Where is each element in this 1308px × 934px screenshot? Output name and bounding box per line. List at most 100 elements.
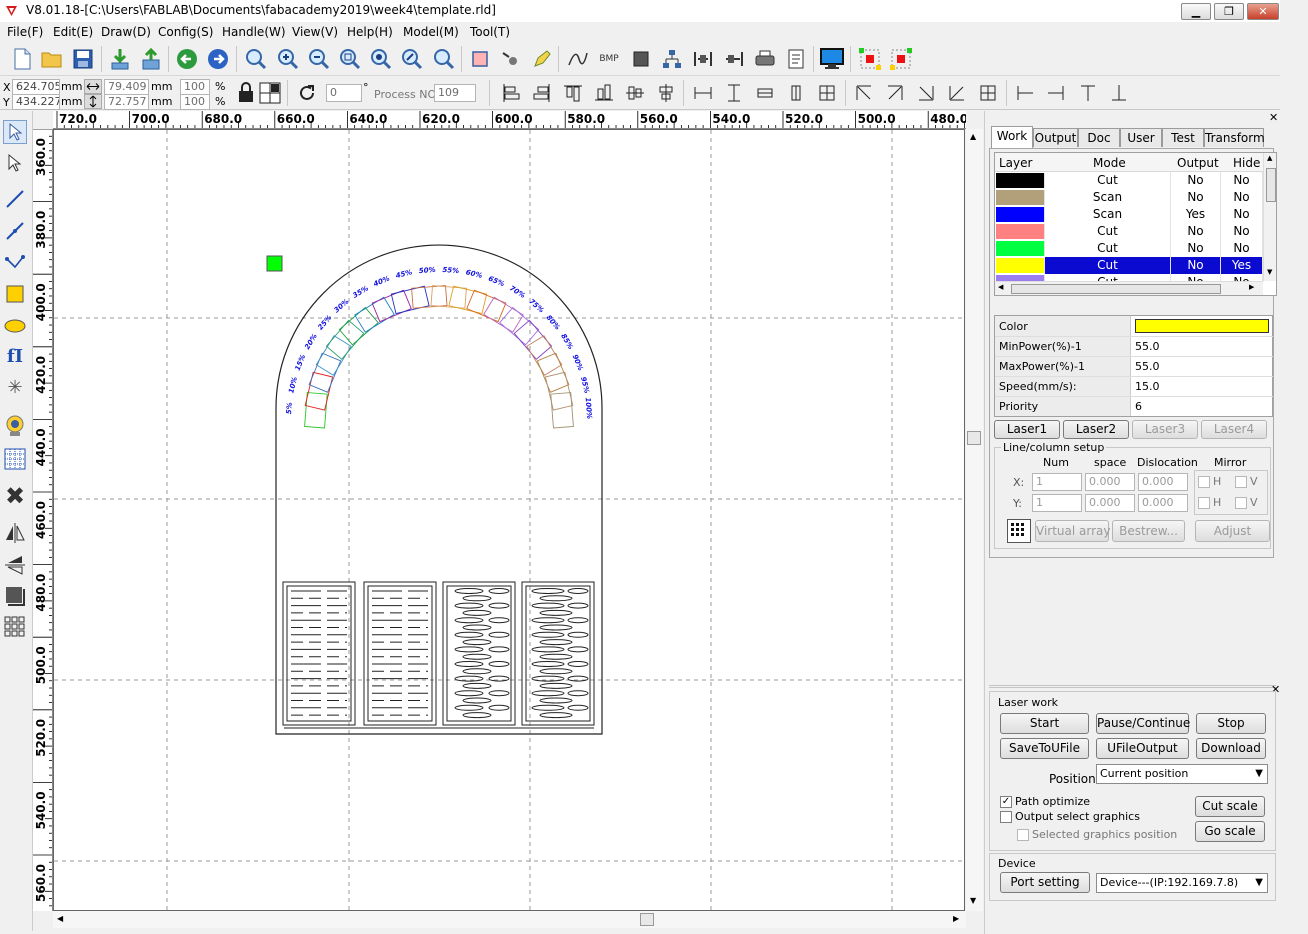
layer-table-vscroll[interactable]: ▲ ▼ [1263,153,1276,281]
prop-value[interactable]: 55.0 [1135,340,1160,353]
tab-test[interactable]: Test [1162,128,1204,147]
same-width-icon[interactable] [691,81,715,105]
print-icon[interactable] [753,47,777,71]
height-field[interactable]: 72.757 [104,94,149,110]
move-bottom-left-icon[interactable] [945,81,969,105]
layer-color-swatch[interactable] [996,224,1045,239]
array-y-num-field[interactable]: 1 [1032,494,1082,512]
minimize-button[interactable]: ▁ [1181,3,1211,20]
layer-table-hscroll[interactable]: ◀ ▶ [995,281,1263,295]
rotate-icon[interactable] [295,81,319,105]
array-grid-icon[interactable] [1007,519,1031,543]
same-size-v-icon[interactable] [784,81,808,105]
menu-draw[interactable]: Draw(D) [101,25,151,39]
y-position-field[interactable]: 434.227 [12,94,60,110]
laser2-button[interactable]: Laser2 [1063,420,1129,439]
tree-structure-icon[interactable] [660,47,684,71]
position-anchor-icon[interactable] [258,81,282,105]
layer-output-cell[interactable]: No [1171,240,1221,257]
menu-edit[interactable]: Edit(E) [53,25,93,39]
output-select-checkbox[interactable] [1000,811,1012,823]
curve-smooth-icon[interactable] [566,47,590,71]
mirror-x-v-checkbox[interactable] [1235,476,1247,488]
ufile-output-button[interactable]: UFileOutput [1096,738,1189,759]
test-panel[interactable] [282,581,356,726]
layer-hide-cell[interactable]: Yes [1221,257,1263,274]
array-y-space-field[interactable]: 0.000 [1085,494,1135,512]
layer-row[interactable]: Scan No No [995,189,1263,206]
document-list-icon[interactable] [784,47,808,71]
panel-close-icon[interactable]: ✕ [1269,111,1278,124]
horizontal-scrollbar[interactable]: ◀ ▶ [53,911,966,928]
close-button[interactable]: ✕ [1247,3,1279,20]
layer-row[interactable]: Scan Yes No [995,206,1263,223]
zoom-page-icon[interactable] [338,47,362,71]
test-swatch[interactable] [315,335,352,376]
menu-tool[interactable]: Tool(T) [470,25,510,39]
zoom-real-icon[interactable] [432,47,456,71]
move-bottom-right-icon[interactable] [914,81,938,105]
point-tool-icon[interactable]: ✳ [3,375,27,399]
prop-value[interactable]: 6 [1135,400,1142,413]
grid-array-icon[interactable] [3,447,27,471]
mirror-h-icon[interactable] [3,521,27,545]
vertical-scroll-thumb[interactable] [967,431,981,445]
layer-hide-cell[interactable]: No [1221,240,1263,257]
select-frame-icon[interactable] [468,47,492,71]
prop-value[interactable]: 15.0 [1135,380,1160,393]
menu-handle[interactable]: Handle(W) [222,25,286,39]
node-edit-icon[interactable] [499,47,523,71]
path-optimize-checkbox[interactable]: ✓ [1000,796,1012,808]
port-setting-button[interactable]: Port setting [1000,872,1090,893]
delete-x-icon[interactable]: ✖ [3,482,27,510]
angle-field[interactable]: 0 [326,84,362,102]
undo-icon[interactable] [175,47,199,71]
layer-color-swatch[interactable] [996,173,1045,188]
bestrew-button[interactable]: Bestrew... [1112,520,1185,542]
polyline-tool-icon[interactable] [3,219,27,243]
menu-model[interactable]: Model(M) [403,25,459,39]
layer-scroll-thumb[interactable] [1266,168,1276,202]
scroll-down-arrow-icon[interactable]: ▼ [970,896,976,905]
monitor-icon[interactable] [820,47,844,71]
test-swatch[interactable] [308,352,342,393]
device-dropdown[interactable]: Device---(IP:192.169.7.8) ▼ [1096,873,1268,893]
laser-frame-icon[interactable] [889,47,913,71]
layer-hide-cell[interactable]: No [1221,172,1263,189]
array-copy-icon[interactable] [3,615,27,639]
zoom-data-icon[interactable] [369,47,393,71]
x-position-field[interactable]: 624.705 [12,79,60,95]
tab-work[interactable]: Work [991,126,1033,148]
menu-file[interactable]: File(F) [7,25,43,39]
laser-status-icon[interactable] [858,47,882,71]
tab-output[interactable]: Output [1033,128,1078,147]
array-x-dislocation-field[interactable]: 0.000 [1138,473,1188,491]
layer-scroll-down-icon[interactable]: ▼ [1267,268,1272,276]
go-scale-button[interactable]: Go scale [1195,821,1265,842]
open-file-icon[interactable] [40,47,64,71]
align-center-v-icon[interactable] [623,81,647,105]
layer-mode-cell[interactable]: Cut [1045,240,1171,257]
mirror-y-h-checkbox[interactable] [1198,497,1210,509]
origin-marker[interactable] [266,255,283,272]
mirror-x-h-checkbox[interactable] [1198,476,1210,488]
tab-user[interactable]: User [1120,128,1162,147]
layer-row[interactable]: CutNoNo [995,223,1263,240]
vertical-scrollbar[interactable]: ▲ ▼ [966,129,983,911]
align-left-icon[interactable] [499,81,523,105]
menu-help[interactable]: Help(H) [347,25,393,39]
layer-hide-cell[interactable]: No [1221,223,1263,240]
zoom-hand-icon[interactable] [244,47,268,71]
layer-mode-cell[interactable]: Cut [1045,223,1171,240]
start-button[interactable]: Start [1000,713,1089,734]
process-no-field[interactable]: 109 [434,84,476,102]
frame-tool-icon[interactable] [3,584,27,608]
panel-splitter[interactable] [989,685,1276,688]
layer-hscroll-thumb[interactable] [1011,284,1221,294]
layer-color-swatch[interactable] [996,190,1045,205]
lock-ratio-icon[interactable] [234,81,258,105]
stop-button[interactable]: Stop [1196,713,1266,734]
curve-tool-icon[interactable] [3,251,27,275]
array-x-space-field[interactable]: 0.000 [1085,473,1135,491]
layer-row[interactable]: Cut No Yes [995,257,1263,274]
